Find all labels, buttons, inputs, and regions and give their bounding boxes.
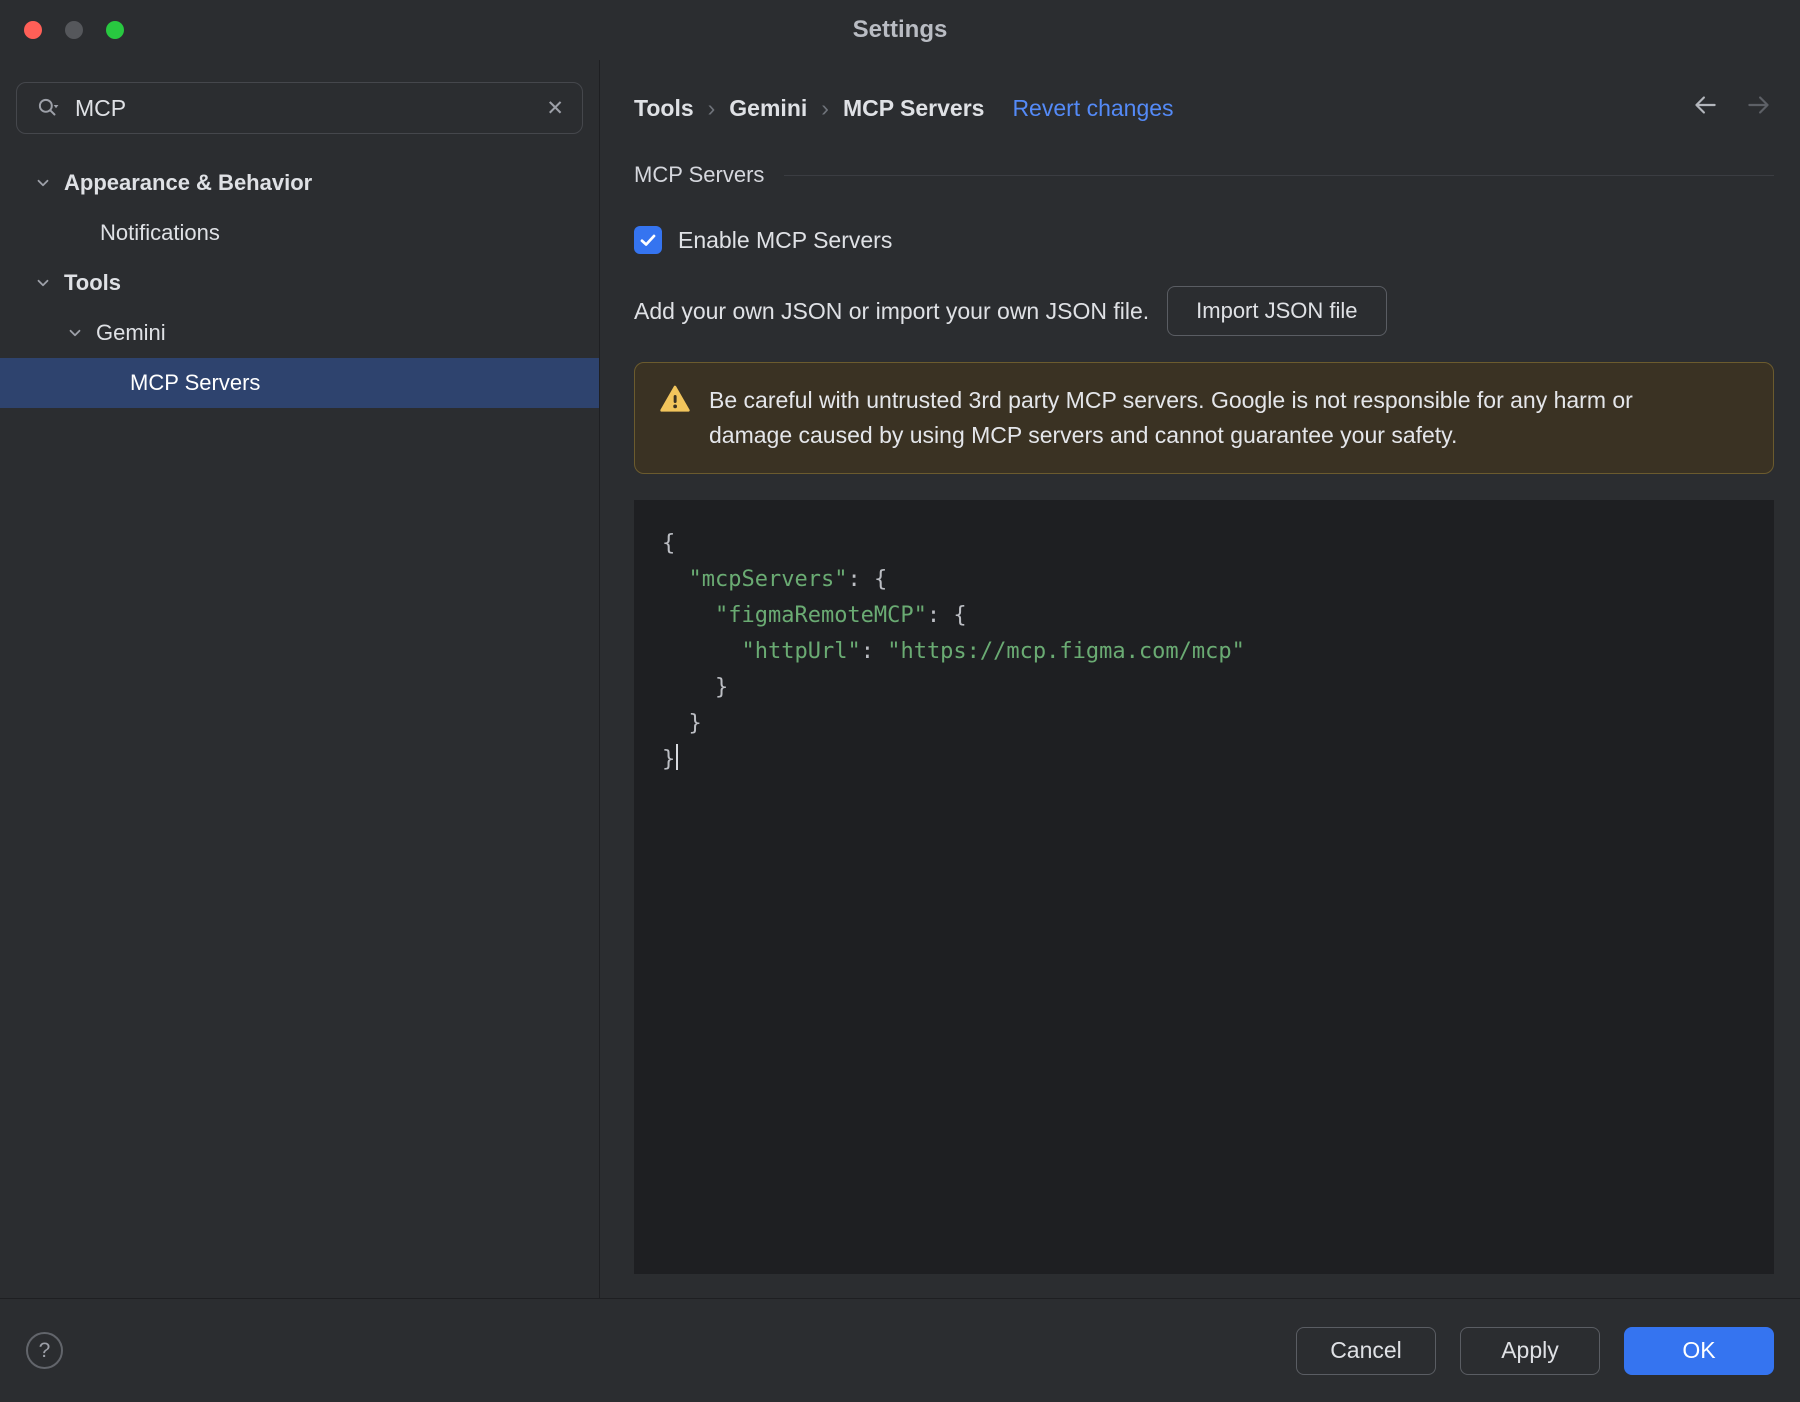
ok-button[interactable]: OK (1624, 1326, 1774, 1375)
dialog-footer: ? Cancel Apply OK (0, 1298, 1800, 1402)
search-input[interactable] (75, 94, 533, 122)
sidebar-item-label: Tools (64, 270, 122, 295)
enable-mcp-checkbox[interactable] (634, 226, 662, 254)
sidebar-item-gemini[interactable]: Gemini (0, 308, 599, 358)
import-json-button[interactable]: Import JSON file (1167, 286, 1387, 336)
traffic-lights (24, 0, 124, 60)
warning-banner: Be careful with untrusted 3rd party MCP … (634, 362, 1774, 474)
sidebar-item-label: Appearance & Behavior (64, 170, 313, 195)
chevron-down-icon (34, 174, 52, 192)
zoom-window-button[interactable] (106, 21, 124, 39)
section-title: MCP Servers (634, 162, 765, 187)
chevron-down-icon (66, 324, 84, 342)
settings-tree: Appearance & Behavior Notifications Tool… (0, 158, 599, 408)
apply-button[interactable]: Apply (1460, 1326, 1600, 1375)
breadcrumb-separator: › (821, 94, 829, 121)
minimize-window-button[interactable] (65, 21, 83, 39)
sidebar-item-tools[interactable]: Tools (0, 258, 599, 308)
settings-content: Tools › Gemini › MCP Servers Revert chan… (600, 60, 1800, 1298)
chevron-down-icon (34, 274, 52, 292)
import-json-text: Add your own JSON or import your own JSO… (634, 297, 1150, 324)
section-header: MCP Servers (634, 162, 1774, 188)
search-field[interactable]: ✕ (16, 82, 583, 134)
check-icon (640, 234, 656, 246)
import-json-row: Add your own JSON or import your own JSO… (634, 286, 1774, 336)
json-editor[interactable]: { "mcpServers": { "figmaRemoteMCP": { "h… (634, 500, 1774, 1274)
sidebar-item-mcp-servers[interactable]: MCP Servers (0, 358, 599, 408)
forward-arrow-icon[interactable] (1744, 92, 1774, 124)
settings-window: Settings ✕ (0, 0, 1800, 1402)
enable-mcp-row: Enable MCP Servers (634, 226, 1774, 254)
enable-mcp-label[interactable]: Enable MCP Servers (678, 227, 892, 254)
titlebar: Settings (0, 0, 1800, 60)
sidebar-item-label: Notifications (100, 220, 220, 245)
search-icon[interactable] (35, 95, 61, 121)
sidebar-item-label: Gemini (96, 320, 166, 345)
settings-sidebar: ✕ Appearance & Behavior Notifications To (0, 60, 600, 1298)
warning-text: Be careful with untrusted 3rd party MCP … (709, 387, 1633, 448)
window-title: Settings (852, 16, 948, 43)
close-window-button[interactable] (24, 21, 42, 39)
breadcrumb-gemini[interactable]: Gemini (729, 95, 807, 122)
breadcrumb-tools[interactable]: Tools (634, 95, 694, 122)
breadcrumb-separator: › (707, 94, 716, 121)
sidebar-item-appearance-behavior[interactable]: Appearance & Behavior (0, 158, 599, 208)
sidebar-item-notifications[interactable]: Notifications (0, 208, 599, 258)
sidebar-item-label: MCP Servers (130, 370, 261, 395)
breadcrumb-mcp-servers: MCP Servers (842, 94, 985, 121)
section-divider (784, 174, 1774, 176)
text-cursor (676, 744, 679, 770)
clear-search-icon[interactable]: ✕ (546, 98, 564, 119)
help-icon[interactable]: ? (26, 1332, 63, 1369)
revert-changes-link[interactable]: Revert changes (1012, 95, 1173, 122)
cancel-button[interactable]: Cancel (1296, 1326, 1436, 1375)
breadcrumb: Tools › Gemini › MCP Servers Revert chan… (634, 92, 1774, 124)
warning-icon (659, 383, 691, 420)
back-arrow-icon[interactable] (1690, 92, 1720, 124)
editor-code: { "mcpServers": { "figmaRemoteMCP": { "h… (662, 531, 1245, 772)
